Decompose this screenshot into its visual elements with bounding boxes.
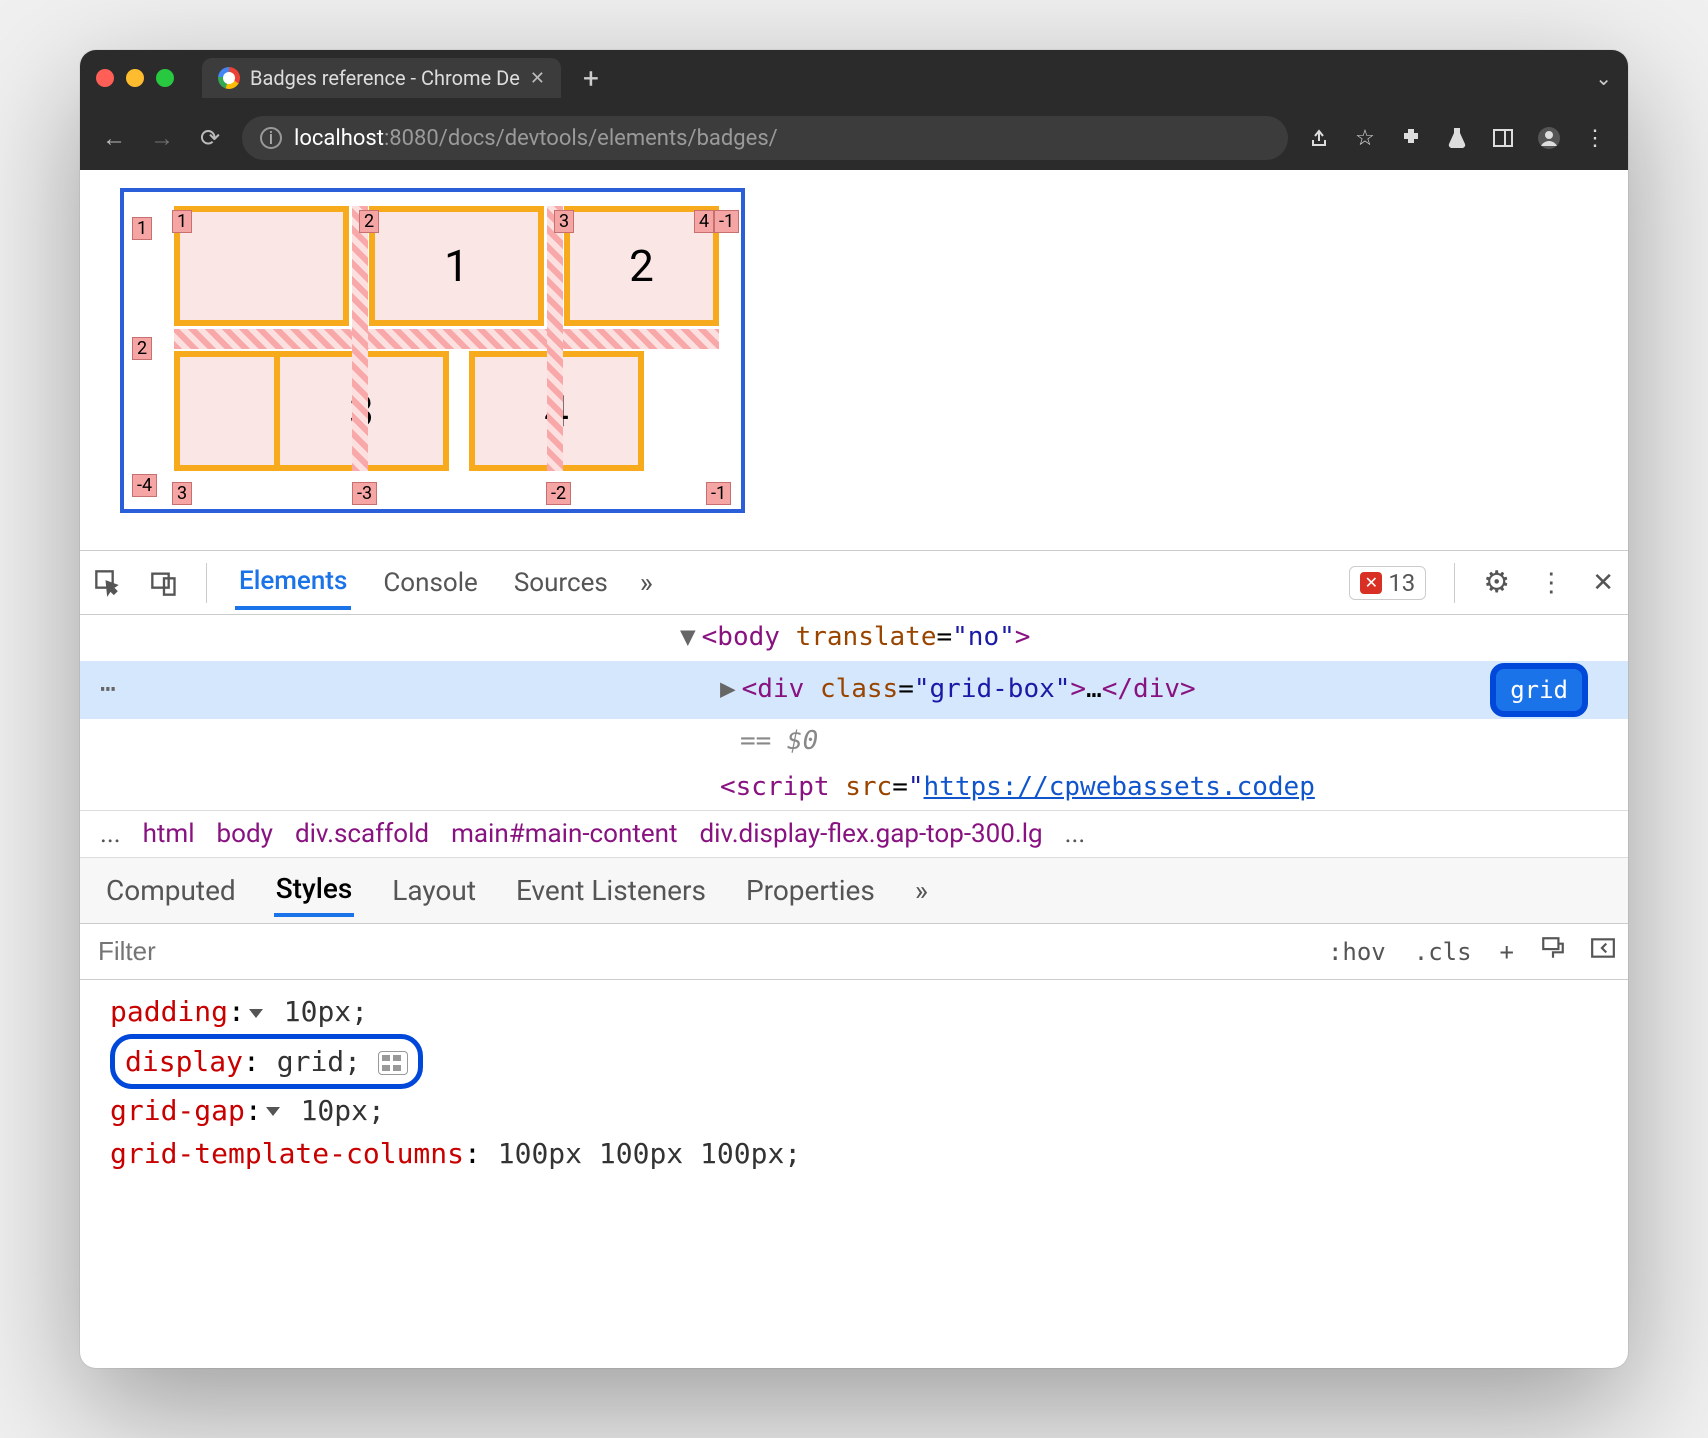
grid-cell-1 — [174, 206, 349, 326]
labs-icon[interactable] — [1442, 126, 1472, 150]
breadcrumb-more[interactable]: ... — [1065, 819, 1086, 849]
grid-line-label: 2 — [359, 210, 379, 233]
script-url[interactable]: https://cpwebassets.codep — [924, 772, 1315, 802]
grid-line-label: -4 — [132, 474, 157, 497]
grid-row-gap — [174, 329, 719, 349]
new-rule-button[interactable]: + — [1486, 938, 1528, 966]
grid-overlay: 1 2 3 4 1 1 2 3 4 -1 2 -4 3 -3 -2 -1 — [120, 188, 745, 513]
tab-overflow-icon[interactable]: ⌄ — [1595, 66, 1612, 90]
expand-arrow-icon[interactable] — [266, 1107, 280, 1116]
back-button[interactable]: ← — [98, 124, 130, 153]
grid-badge[interactable]: grid — [1490, 663, 1588, 717]
grid-line-label: 3 — [554, 210, 574, 233]
url-host: localhost — [294, 126, 384, 151]
page-content: 1 2 3 4 1 1 2 3 4 -1 2 -4 3 -3 -2 -1 — [80, 170, 1628, 550]
tab-elements[interactable]: Elements — [235, 556, 351, 610]
tab-properties[interactable]: Properties — [744, 866, 877, 915]
css-line[interactable]: padding: 10px; — [110, 990, 1598, 1033]
inspect-icon[interactable] — [94, 569, 122, 597]
dom-selected-row[interactable]: ⋯ ▶<div class="grid-box">…</div> grid — [80, 661, 1628, 719]
paint-icon[interactable] — [1528, 935, 1578, 968]
settings-icon[interactable]: ⚙ — [1483, 565, 1510, 600]
address-bar: ← → ⟳ i localhost:8080/docs/devtools/ele… — [80, 106, 1628, 170]
grid-cell-top: 1 — [369, 206, 544, 326]
grid-line-label: -1 — [706, 482, 731, 505]
extensions-icon[interactable] — [1396, 126, 1426, 150]
tab-event-listeners[interactable]: Event Listeners — [514, 866, 708, 915]
grid-line-label: 3 — [172, 482, 192, 505]
tab-layout[interactable]: Layout — [390, 866, 478, 915]
url-path: :8080/docs/devtools/elements/badges/ — [384, 126, 778, 151]
share-icon[interactable] — [1304, 126, 1334, 150]
browser-window: Badges reference - Chrome De ✕ + ⌄ ← → ⟳… — [80, 50, 1628, 1368]
css-rules[interactable]: padding: 10px; display: grid; grid-gap: … — [80, 980, 1628, 1186]
profile-icon[interactable] — [1534, 126, 1564, 150]
expand-arrow-icon[interactable]: ▶ — [720, 674, 736, 704]
grid-line-label: 4 — [694, 210, 714, 233]
close-devtools-icon[interactable]: ✕ — [1592, 568, 1614, 598]
grid-line-label: -2 — [546, 482, 571, 505]
tab-console[interactable]: Console — [379, 558, 481, 608]
grid-line-label: 1 — [132, 217, 152, 240]
breadcrumb-item[interactable]: div.display-flex.gap-top-300.lg — [699, 819, 1042, 849]
panel-icon[interactable] — [1488, 126, 1518, 150]
grid-line-label: -3 — [352, 482, 377, 505]
site-info-icon[interactable]: i — [260, 127, 282, 149]
css-line[interactable]: grid-template-columns: 100px 100px 100px… — [110, 1132, 1598, 1175]
css-line[interactable]: grid-gap: 10px; — [110, 1089, 1598, 1132]
close-window-button[interactable] — [96, 69, 114, 87]
maximize-window-button[interactable] — [156, 69, 174, 87]
reload-button[interactable]: ⟳ — [194, 124, 226, 152]
breadcrumb-item[interactable]: body — [217, 819, 273, 849]
styles-tabs: Computed Styles Layout Event Listeners P… — [80, 858, 1628, 924]
tabs-overflow-icon[interactable]: » — [640, 566, 653, 599]
grid-line-label: 1 — [172, 210, 192, 233]
error-count-badge[interactable]: ✕13 — [1349, 566, 1426, 600]
grid-line-label: 2 — [132, 337, 152, 360]
browser-tab[interactable]: Badges reference - Chrome De ✕ — [202, 58, 561, 98]
breadcrumb-item[interactable]: html — [143, 819, 195, 849]
expand-arrow-icon[interactable] — [249, 1009, 263, 1018]
dom-dollar: == $0 — [80, 719, 1628, 765]
overflow-icon[interactable]: ⋯ — [100, 669, 116, 711]
devtools-tabs: Elements Console Sources » ✕13 ⚙ ⋮ ✕ — [80, 551, 1628, 615]
tab-sources[interactable]: Sources — [510, 558, 612, 608]
hov-button[interactable]: :hov — [1314, 938, 1400, 966]
breadcrumb-item[interactable]: main#main-content — [451, 819, 677, 849]
device-icon[interactable] — [150, 569, 178, 597]
collapse-arrow-icon[interactable]: ▼ — [680, 622, 696, 652]
new-tab-button[interactable]: + — [569, 62, 613, 95]
minimize-window-button[interactable] — [126, 69, 144, 87]
grid-line-label: -1 — [714, 210, 739, 233]
traffic-lights — [96, 69, 174, 87]
forward-button[interactable]: → — [146, 124, 178, 153]
error-icon: ✕ — [1360, 572, 1382, 594]
cls-button[interactable]: .cls — [1400, 938, 1486, 966]
tab-computed[interactable]: Computed — [104, 866, 238, 915]
bookmark-icon[interactable]: ☆ — [1350, 126, 1380, 151]
grid-col-gap-2 — [547, 206, 563, 471]
styles-filter-input[interactable] — [80, 928, 1314, 975]
grid-col-gap-1 — [352, 206, 368, 471]
tab-title: Badges reference - Chrome De — [250, 66, 520, 90]
toggle-sidebar-icon[interactable] — [1578, 935, 1628, 968]
breadcrumb: ... html body div.scaffold main#main-con… — [80, 810, 1628, 858]
dom-tree[interactable]: ▼<body translate="no"> ⋯ ▶<div class="gr… — [80, 615, 1628, 810]
breadcrumb-more[interactable]: ... — [100, 819, 121, 849]
css-line-display[interactable]: display: grid; — [110, 1034, 1598, 1089]
tab-bar: Badges reference - Chrome De ✕ + ⌄ — [80, 50, 1628, 106]
styles-toolbar: :hov .cls + — [80, 924, 1628, 980]
menu-icon[interactable]: ⋮ — [1580, 126, 1610, 151]
close-tab-icon[interactable]: ✕ — [530, 68, 545, 89]
devtools-panel: Elements Console Sources » ✕13 ⚙ ⋮ ✕ ▼<b… — [80, 550, 1628, 1368]
chrome-header: Badges reference - Chrome De ✕ + ⌄ ← → ⟳… — [80, 50, 1628, 170]
chrome-favicon-icon — [218, 67, 240, 89]
breadcrumb-item[interactable]: div.scaffold — [295, 819, 429, 849]
url-input[interactable]: i localhost:8080/docs/devtools/elements/… — [242, 116, 1288, 160]
grid-editor-icon[interactable] — [378, 1051, 408, 1075]
tab-styles[interactable]: Styles — [274, 864, 355, 917]
kebab-icon[interactable]: ⋮ — [1538, 568, 1564, 598]
styles-tabs-more[interactable]: » — [913, 866, 930, 915]
